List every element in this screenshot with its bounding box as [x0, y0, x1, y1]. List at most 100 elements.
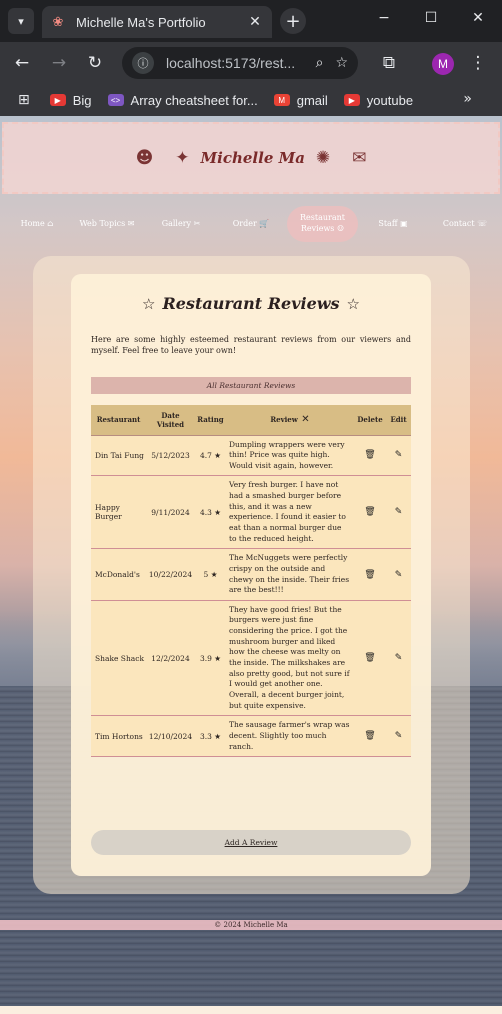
- restaurant-cell: Shake Shack: [91, 600, 146, 717]
- site-info-icon[interactable]: ⓘ: [132, 52, 154, 74]
- column-header-date: Date Visited: [146, 405, 195, 436]
- bookmark-label: youtube: [366, 92, 414, 108]
- rating-cell: 4.7 ★: [195, 435, 226, 477]
- table-row: McDonald's 10/22/2024 5 ★ The McNuggets …: [91, 548, 411, 601]
- delete-cell: 🗑: [354, 475, 386, 550]
- trash-icon[interactable]: 🗑: [364, 450, 375, 460]
- column-header-delete: Delete: [354, 405, 386, 436]
- review-cell: Very fresh burger. I have not had a smas…: [226, 475, 354, 550]
- reviews-table: Restaurant Date Visited Rating Review ✕ …: [91, 405, 411, 758]
- bookmark-gmail[interactable]: M gmail: [273, 92, 328, 108]
- back-arrow-icon[interactable]: ←: [10, 51, 34, 75]
- column-header-rating: Rating: [195, 405, 226, 436]
- star-outline-icon: ☆: [142, 294, 156, 313]
- zoom-icon[interactable]: ⌕: [316, 55, 324, 71]
- column-header-restaurant: Restaurant: [91, 405, 146, 436]
- more-bookmarks-chevron-icon[interactable]: »: [463, 91, 472, 107]
- browser-tabstrip: ▾ ❀ Michelle Ma's Portfolio ✕ + − ☐ ✕: [0, 0, 502, 42]
- edit-cell: ✎: [386, 475, 411, 550]
- home-icon: ⌂: [47, 218, 54, 228]
- bookmark-label: gmail: [296, 92, 328, 108]
- rating-cell: 5 ★: [195, 548, 226, 601]
- address-bar[interactable]: ⓘ localhost:5173/rest... ⌕ ☆: [122, 47, 358, 79]
- window-close-icon[interactable]: ✕: [468, 10, 488, 26]
- cart-icon: 🛒: [259, 218, 270, 228]
- smile-icon: ☺: [336, 224, 345, 233]
- pencil-icon[interactable]: ✎: [395, 653, 403, 663]
- site-name: Michelle Ma: [200, 149, 305, 167]
- staff-icon: ▣: [400, 218, 408, 228]
- rating-value: 3.3: [199, 731, 212, 741]
- profile-avatar[interactable]: M: [432, 53, 454, 75]
- star-icon: ★: [214, 450, 222, 460]
- forward-arrow-icon[interactable]: →: [47, 51, 71, 75]
- nav-label: Staff: [378, 218, 398, 228]
- extensions-icon[interactable]: ⧉: [377, 51, 401, 75]
- url-text[interactable]: localhost:5173/rest...: [166, 55, 304, 71]
- section-heading: All Restaurant Reviews: [91, 377, 411, 394]
- close-x-icon[interactable]: ✕: [298, 414, 309, 425]
- minimize-icon[interactable]: −: [374, 10, 394, 26]
- gmail-icon: M: [273, 94, 290, 106]
- apps-grid-icon[interactable]: ⊞: [18, 92, 30, 108]
- restaurant-cell: Happy Burger: [91, 475, 146, 550]
- page-title-text: Restaurant Reviews: [162, 294, 340, 313]
- nav-web-topics[interactable]: Web Topics ✉: [74, 206, 140, 242]
- delete-cell: 🗑: [354, 715, 386, 758]
- trash-icon[interactable]: 🗑: [364, 653, 375, 663]
- nav-home[interactable]: Home ⌂: [14, 206, 60, 242]
- phone-icon: ☏: [477, 218, 488, 228]
- browser-toolbar: ← → ↻ ⓘ localhost:5173/rest... ⌕ ☆ ⧉ M ⋮: [0, 42, 502, 84]
- restaurant-cell: Din Tai Fung: [91, 435, 146, 477]
- maximize-icon[interactable]: ☐: [421, 10, 441, 26]
- bookmark-label: Array cheatsheet for...: [130, 92, 258, 108]
- delete-cell: 🗑: [354, 548, 386, 601]
- tab-close-icon[interactable]: ✕: [246, 14, 264, 30]
- table-row: Happy Burger 9/11/2024 4.3 ★ Very fresh …: [91, 475, 411, 550]
- rating-value: 4.7: [199, 450, 212, 460]
- pencil-icon[interactable]: ✎: [395, 507, 403, 517]
- pencil-icon[interactable]: ✎: [395, 570, 403, 580]
- column-header-review: Review ✕: [226, 405, 354, 436]
- table-header-row: Restaurant Date Visited Rating Review ✕ …: [91, 405, 411, 436]
- review-cell: They have good fries! But the burgers we…: [226, 600, 354, 717]
- edit-cell: ✎: [386, 435, 411, 477]
- more-menu-icon[interactable]: ⋮: [466, 51, 490, 75]
- magic-wand-icon: ✦: [175, 148, 190, 168]
- bookmark-label: Big: [72, 92, 92, 108]
- nav-label: Order: [232, 218, 257, 228]
- add-review-button[interactable]: Add A Review: [91, 830, 411, 855]
- trash-icon[interactable]: 🗑: [364, 731, 375, 741]
- pencil-icon[interactable]: ✎: [395, 731, 403, 741]
- table-row: Din Tai Fung 5/12/2023 4.7 ★ Dumpling wr…: [91, 435, 411, 477]
- bookmarks-bar: ⊞ ▶ Big <> Array cheatsheet for... M gma…: [0, 84, 502, 116]
- bookmark-big[interactable]: ▶ Big: [49, 92, 92, 108]
- nav-staff[interactable]: Staff ▣: [372, 206, 414, 242]
- nav-restaurant-reviews[interactable]: Restaurant Reviews ☺: [287, 206, 358, 242]
- nav-gallery[interactable]: Gallery ✂: [154, 206, 208, 242]
- cat-icon: ☻: [135, 148, 154, 168]
- bookmark-array-cheatsheet[interactable]: <> Array cheatsheet for...: [107, 92, 258, 108]
- rating-value: 4.3: [199, 507, 212, 517]
- paw-favicon-icon: ❀: [52, 14, 64, 30]
- review-cell: The McNuggets were perfectly crispy on t…: [226, 548, 354, 601]
- bookmark-star-icon[interactable]: ☆: [335, 55, 348, 71]
- trash-icon[interactable]: 🗑: [364, 507, 375, 517]
- nav-order[interactable]: Order 🛒: [227, 206, 275, 242]
- date-cell: 10/22/2024: [146, 548, 195, 601]
- trash-icon[interactable]: 🗑: [364, 570, 375, 580]
- tab-search-chevron-icon[interactable]: ▾: [8, 8, 34, 34]
- reload-icon[interactable]: ↻: [83, 51, 107, 75]
- star-icon: ★: [214, 731, 222, 741]
- pencil-icon[interactable]: ✎: [395, 450, 403, 460]
- sparkle-icon: ✺: [315, 148, 331, 168]
- new-tab-button[interactable]: +: [280, 8, 306, 34]
- page-title: ☆ Restaurant Reviews ☆: [0, 294, 502, 313]
- date-cell: 9/11/2024: [146, 475, 195, 550]
- browser-tab[interactable]: ❀ Michelle Ma's Portfolio ✕: [42, 6, 272, 38]
- date-cell: 12/2/2024: [146, 600, 195, 717]
- nav-contact[interactable]: Contact ☏: [440, 206, 490, 242]
- bookmark-youtube[interactable]: ▶ youtube: [343, 92, 414, 108]
- star-icon: ★: [210, 570, 218, 580]
- rating-value: 5: [203, 570, 209, 580]
